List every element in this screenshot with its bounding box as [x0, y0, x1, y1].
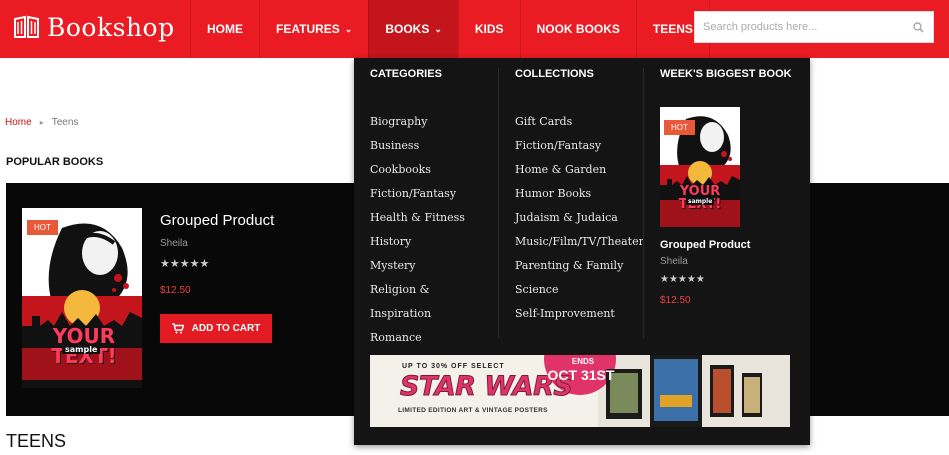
collection-link[interactable]: Judaism & Judaica [515, 206, 644, 230]
add-to-cart-label: ADD TO CART [191, 323, 261, 334]
nav-item-books[interactable]: BOOKS ⌄ [368, 0, 458, 58]
category-link[interactable]: Biography [370, 110, 465, 134]
add-to-cart-button[interactable]: ADD TO CART [160, 314, 272, 343]
search-icon[interactable] [903, 21, 933, 33]
collection-link[interactable]: Self-Improvement [515, 302, 644, 326]
nav-label: FEATURES [276, 22, 340, 36]
collections-heading: COLLECTIONS [515, 68, 594, 80]
breadcrumb: Home ▸ Teens [5, 117, 78, 128]
nav-label: TEENS [652, 22, 693, 36]
site-logo[interactable]: Bookshop [13, 9, 175, 45]
collection-link[interactable]: Fiction/Fantasy [515, 134, 644, 158]
nav-item-kids[interactable]: KIDS [457, 0, 520, 58]
collection-link[interactable]: Parenting & Family [515, 254, 644, 278]
category-link[interactable]: Business [370, 134, 465, 158]
teens-section-heading: TEENS [6, 431, 67, 451]
banner-date-text: OCT 31ST [547, 367, 615, 383]
weekly-book-rating-stars: ★★★★★ [660, 274, 705, 285]
category-link[interactable]: Mystery [370, 254, 465, 278]
nav-label: KIDS [474, 22, 504, 36]
banner-sub-text: LIMITED EDITION ART & VINTAGE POSTERS [398, 407, 548, 414]
site-header: Bookshop HOME FEATURES ⌄ BOOKS ⌄ KIDS NOOK… [0, 0, 949, 58]
product-title-link[interactable]: Grouped Product [160, 212, 274, 229]
nav-label: HOME [207, 22, 243, 36]
weekly-book-title-link[interactable]: Grouped Product [660, 239, 750, 251]
popular-books-title: POPULAR BOOKS [6, 156, 104, 168]
breadcrumb-home-link[interactable]: Home [5, 117, 32, 128]
main-nav: HOME FEATURES ⌄ BOOKS ⌄ KIDS NOOK BOOKS TE… [190, 0, 710, 58]
column-divider [643, 68, 644, 338]
weekly-book-heading: WEEK'S BIGGEST BOOK [660, 68, 792, 80]
category-link[interactable]: Cookbooks [370, 158, 465, 182]
nav-label: BOOKS [385, 22, 430, 36]
search-box [694, 11, 934, 43]
star-wars-promo-banner[interactable]: UP TO 30% OFF SELECT STAR WARS LIMITED E… [370, 355, 790, 427]
books-mega-menu: CATEGORIES Biography Business Cookbooks … [354, 58, 810, 445]
weekly-book-column: WEEK'S BIGGEST BOOK [660, 68, 792, 90]
nav-item-features[interactable]: FEATURES ⌄ [259, 0, 368, 58]
banner-top-text: UP TO 30% OFF SELECT [402, 363, 505, 370]
category-link[interactable]: Romance [370, 326, 465, 350]
product-price: $12.50 [160, 285, 191, 296]
banner-ends-text: ENDS [571, 357, 595, 366]
book-logo-icon [14, 15, 39, 38]
breadcrumb-current: Teens [51, 117, 79, 128]
cover-sample-stamp: sample [62, 345, 101, 354]
column-divider [498, 68, 499, 338]
chevron-down-icon: ⌄ [344, 23, 353, 34]
logo-text: Bookshop [47, 12, 175, 42]
nav-item-nook-books[interactable]: NOOK BOOKS [519, 0, 636, 58]
category-link[interactable]: Religion & [370, 278, 465, 302]
collection-link[interactable]: Humor Books [515, 182, 644, 206]
chevron-down-icon: ⌄ [434, 23, 442, 34]
search-input[interactable] [695, 12, 903, 42]
categories-heading: CATEGORIES [370, 68, 442, 80]
product-rating-stars: ★★★★★ [160, 258, 210, 270]
collection-link[interactable]: Science [515, 278, 644, 302]
category-link[interactable]: History [370, 230, 465, 254]
collection-link[interactable]: Music/Film/TV/Theater [515, 230, 644, 254]
chevron-right-icon: ▸ [39, 118, 44, 127]
cover-sample-stamp: sample [686, 198, 715, 205]
collections-column: COLLECTIONS Gift Cards Fiction/Fantasy H… [515, 68, 644, 326]
category-link[interactable]: Fiction/Fantasy [370, 182, 465, 206]
weekly-book-author: Sheila [660, 256, 688, 267]
cart-icon [171, 323, 184, 334]
nav-label: NOOK BOOKS [536, 22, 620, 36]
categories-column: CATEGORIES Biography Business Cookbooks … [370, 68, 465, 350]
hot-badge: HOT [664, 120, 695, 135]
weekly-book-price: $12.50 [660, 295, 691, 306]
category-link[interactable]: Health & Fitness [370, 206, 465, 230]
hot-badge: HOT [27, 220, 58, 235]
product-cover-image[interactable]: YOUR TEXT! sample HOT [22, 208, 142, 388]
collection-link[interactable]: Home & Garden [515, 158, 644, 182]
collection-link[interactable]: Gift Cards [515, 110, 644, 134]
product-author: Sheila [160, 238, 188, 249]
category-link[interactable]: Inspiration [370, 302, 465, 326]
weekly-book-cover[interactable]: YOUR TEXT! sample HOT [660, 107, 740, 227]
nav-item-home[interactable]: HOME [190, 0, 259, 58]
